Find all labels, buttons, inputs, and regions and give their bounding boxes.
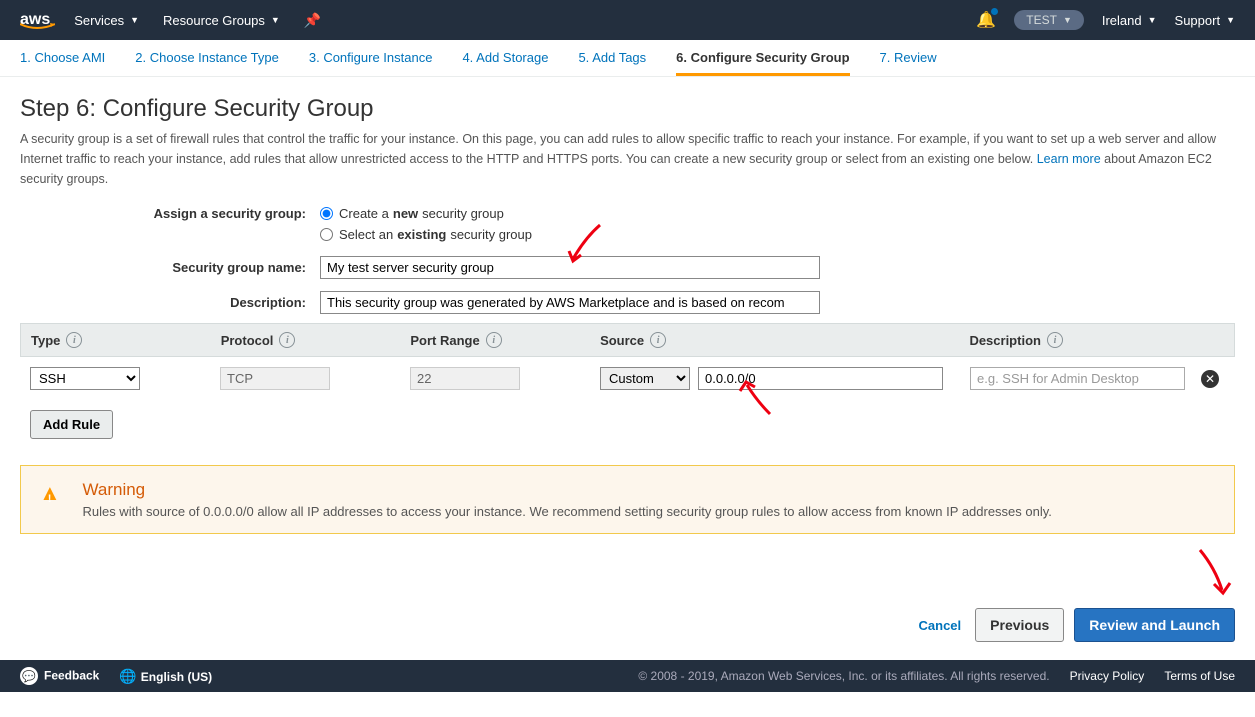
wizard-tab-review[interactable]: 7. Review	[880, 50, 937, 76]
info-icon[interactable]: i	[66, 332, 82, 348]
page-title: Step 6: Configure Security Group	[20, 95, 1235, 123]
caret-down-icon: ▼	[130, 15, 139, 25]
footer-buttons: Cancel Previous Review and Launch	[0, 568, 1255, 660]
feedback-link[interactable]: 💬Feedback	[20, 667, 99, 685]
copyright-text: © 2008 - 2019, Amazon Web Services, Inc.…	[638, 669, 1049, 683]
caret-down-icon: ▼	[271, 15, 280, 25]
select-existing-radio-input[interactable]	[320, 228, 333, 241]
info-icon[interactable]: i	[279, 332, 295, 348]
info-icon[interactable]: i	[1047, 332, 1063, 348]
account-menu[interactable]: TEST ▼	[1014, 10, 1084, 30]
rule-source-value-input[interactable]	[698, 367, 943, 390]
bottom-bar: 💬Feedback 🌐English (US) © 2008 - 2019, A…	[0, 660, 1255, 692]
support-menu[interactable]: Support ▼	[1175, 13, 1235, 28]
rules-table-header: Type i Protocol i Port Range i Source i …	[20, 323, 1235, 357]
terms-link[interactable]: Terms of Use	[1164, 669, 1235, 683]
caret-down-icon: ▼	[1226, 15, 1235, 25]
select-existing-sg-radio[interactable]: Select an existing security group	[320, 227, 532, 242]
col-port-range-label: Port Range	[410, 333, 479, 348]
wizard-tab-storage[interactable]: 4. Add Storage	[462, 50, 548, 76]
region-label: Ireland	[1102, 13, 1142, 28]
rule-protocol-field	[220, 367, 330, 390]
create-new-sg-radio[interactable]: Create a new security group	[320, 206, 504, 221]
feedback-icon: 💬	[20, 667, 38, 685]
info-icon[interactable]: i	[650, 332, 666, 348]
sg-desc-input[interactable]	[320, 291, 820, 314]
warning-text: Rules with source of 0.0.0.0/0 allow all…	[82, 504, 1051, 519]
sg-name-input[interactable]	[320, 256, 820, 279]
main-content: Step 6: Configure Security Group A secur…	[0, 77, 1255, 568]
account-label: TEST	[1026, 13, 1057, 27]
wizard-tab-security-group[interactable]: 6. Configure Security Group	[676, 50, 849, 76]
wizard-tab-configure[interactable]: 3. Configure Instance	[309, 50, 433, 76]
services-label: Services	[74, 13, 124, 28]
caret-down-icon: ▼	[1063, 15, 1072, 25]
cancel-button[interactable]: Cancel	[915, 610, 966, 641]
col-protocol-label: Protocol	[221, 333, 274, 348]
pin-icon[interactable]: 📌	[304, 12, 321, 29]
review-and-launch-button[interactable]: Review and Launch	[1074, 608, 1235, 642]
aws-logo[interactable]: aws	[20, 11, 50, 29]
caret-down-icon: ▼	[1148, 15, 1157, 25]
language-selector[interactable]: 🌐English (US)	[119, 668, 212, 685]
col-source-label: Source	[600, 333, 644, 348]
add-rule-button[interactable]: Add Rule	[30, 410, 113, 439]
resource-groups-menu[interactable]: Resource Groups ▼	[163, 13, 280, 28]
top-nav: aws Services ▼ Resource Groups ▼ 📌 🔔 TES…	[0, 0, 1255, 40]
rules-table: Type i Protocol i Port Range i Source i …	[20, 323, 1235, 449]
remove-rule-button[interactable]: ✕	[1201, 370, 1219, 388]
info-icon[interactable]: i	[486, 332, 502, 348]
previous-button[interactable]: Previous	[975, 608, 1064, 642]
warning-icon: ▲!	[39, 480, 64, 519]
notifications-icon[interactable]: 🔔	[976, 10, 996, 30]
globe-icon: 🌐	[119, 668, 136, 684]
privacy-link[interactable]: Privacy Policy	[1070, 669, 1145, 683]
col-type-label: Type	[31, 333, 60, 348]
warning-title: Warning	[82, 480, 1051, 500]
rule-type-select[interactable]: SSH	[30, 367, 140, 390]
rule-description-input[interactable]	[970, 367, 1185, 390]
learn-more-link[interactable]: Learn more	[1037, 152, 1101, 166]
wizard-tab-tags[interactable]: 5. Add Tags	[578, 50, 646, 76]
warning-box: ▲! Warning Rules with source of 0.0.0.0/…	[20, 465, 1235, 534]
page-description: A security group is a set of firewall ru…	[20, 129, 1235, 189]
create-new-radio-input[interactable]	[320, 207, 333, 220]
wizard-tabs: 1. Choose AMI 2. Choose Instance Type 3.…	[0, 40, 1255, 77]
table-row: SSH Custom ✕	[20, 357, 1235, 400]
notification-dot	[991, 8, 998, 15]
support-label: Support	[1175, 13, 1221, 28]
sg-desc-label: Description:	[20, 295, 320, 310]
wizard-tab-instance-type[interactable]: 2. Choose Instance Type	[135, 50, 279, 76]
wizard-tab-ami[interactable]: 1. Choose AMI	[20, 50, 105, 76]
rule-source-mode-select[interactable]: Custom	[600, 367, 690, 390]
sg-name-label: Security group name:	[20, 260, 320, 275]
region-menu[interactable]: Ireland ▼	[1102, 13, 1157, 28]
rule-port-range-field	[410, 367, 520, 390]
resource-groups-label: Resource Groups	[163, 13, 265, 28]
services-menu[interactable]: Services ▼	[74, 13, 139, 28]
assign-sg-label: Assign a security group:	[20, 206, 320, 221]
col-description-label: Description	[969, 333, 1041, 348]
